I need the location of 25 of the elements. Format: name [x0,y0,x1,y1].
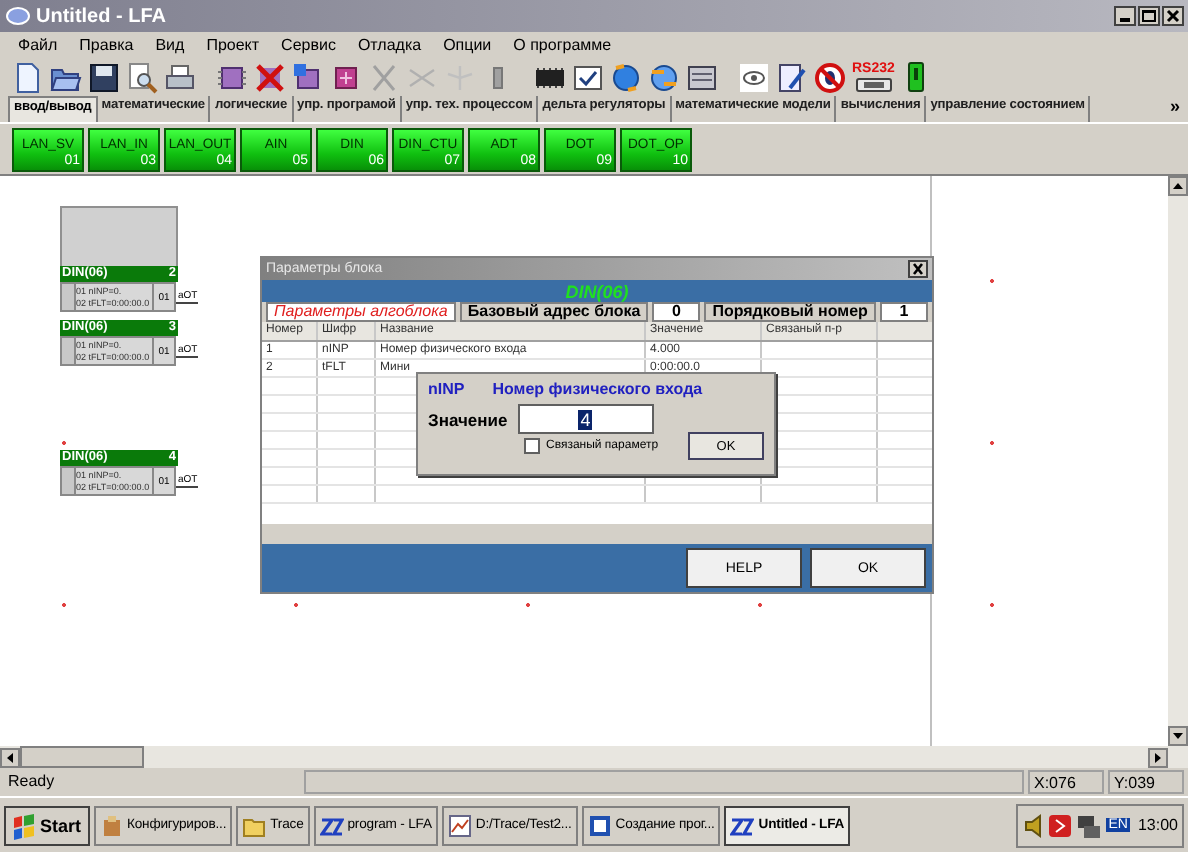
value-field[interactable]: 1 [879,302,928,322]
menu-item[interactable]: Правка [79,36,134,54]
window-title: Untitled - LFA [36,5,168,27]
section-label: Параметры алгоблока [266,302,456,322]
parameter-code: nINP [428,380,465,398]
menu-item[interactable]: Вид [155,36,185,54]
more-tabs-button[interactable]: » [1161,96,1188,122]
value-field[interactable]: 0 [652,302,701,322]
parameter-title: Номер физического входа [492,380,703,398]
block-name: DIN(06) [565,281,629,301]
menu-item[interactable]: Сервис [281,36,336,54]
menu-item[interactable]: Файл [18,36,58,54]
menu-item[interactable]: Отладка [357,36,422,54]
y-coordinate: Y:039 [1108,770,1184,794]
clock: 13:00 [1137,816,1178,834]
menu-item[interactable]: О программе [513,36,612,54]
menu-item[interactable]: Проект [206,36,260,54]
start-button[interactable]: Start [4,805,90,845]
field-label: Порядковый номер [704,302,876,322]
x-coordinate: X:076 [1028,770,1104,794]
value-label: Значение [428,409,508,429]
menu-item[interactable]: Опции [443,36,492,54]
status-text: Ready [6,770,57,794]
value-input[interactable]: 4 [517,404,654,434]
field-label: Базовый адрес блока [459,302,649,322]
